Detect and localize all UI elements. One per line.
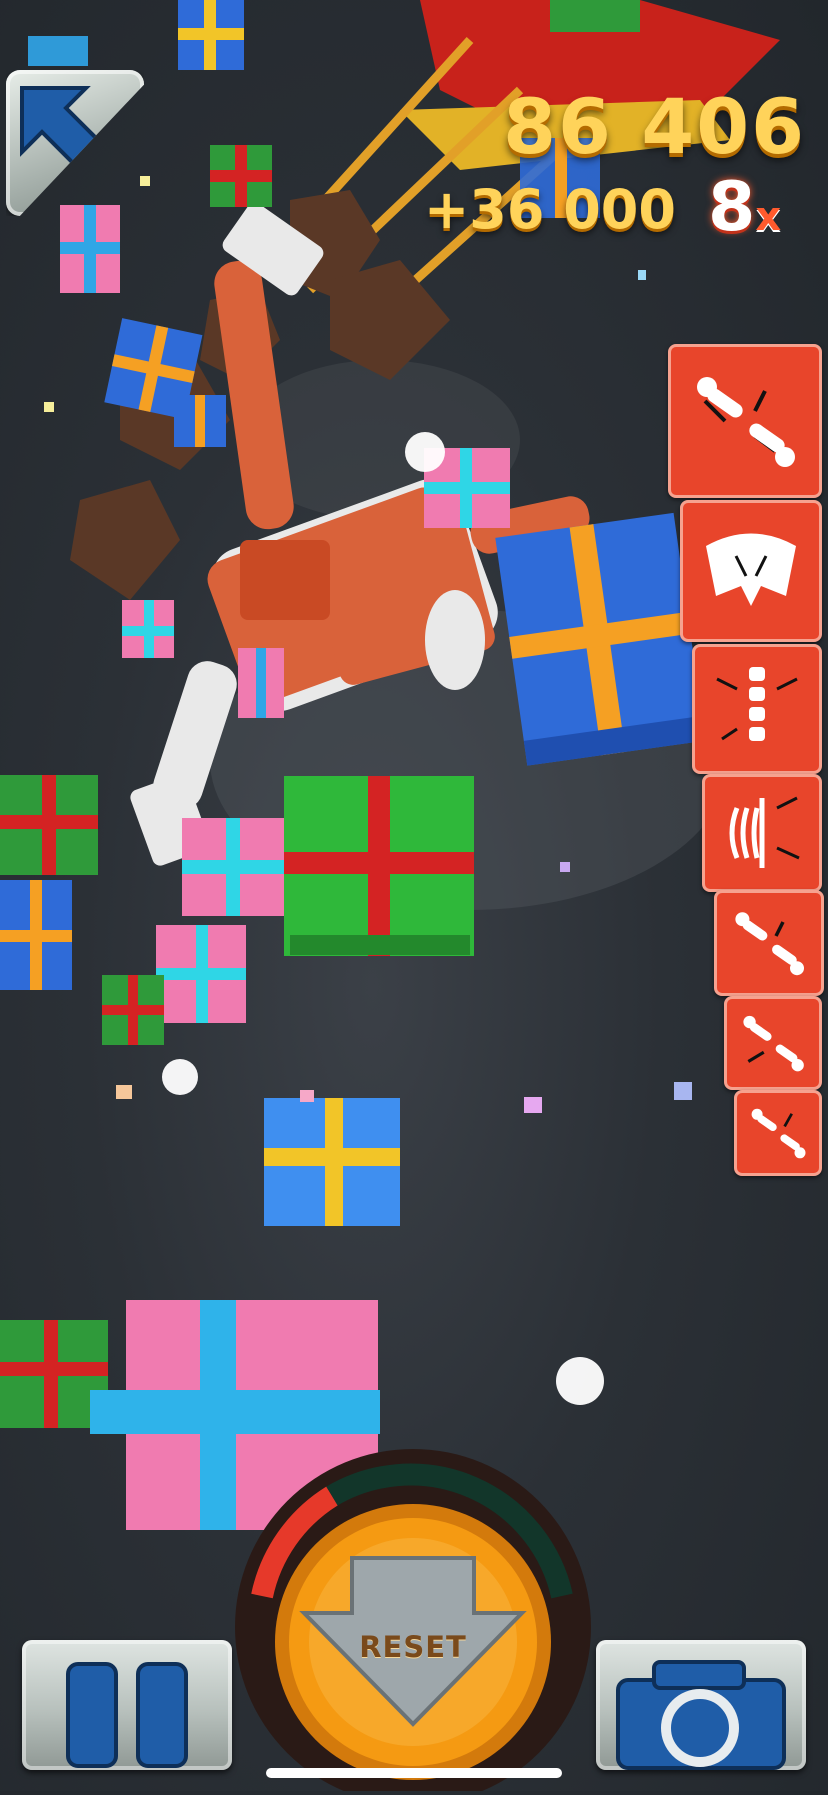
bonus-points: +36 000 bbox=[424, 178, 676, 241]
bone-break-icon bbox=[724, 996, 822, 1090]
pause-button[interactable] bbox=[22, 1640, 232, 1770]
ribcage-break-icon bbox=[702, 774, 822, 892]
reset-button[interactable]: RESET bbox=[232, 1446, 594, 1795]
reset-dial bbox=[235, 1449, 591, 1795]
camera-button[interactable] bbox=[596, 1640, 806, 1770]
pause-icon bbox=[66, 1662, 188, 1768]
score-display: 86 406 bbox=[503, 82, 806, 171]
bone-break-icon bbox=[668, 344, 822, 498]
spine-break-icon bbox=[692, 644, 822, 774]
home-indicator[interactable] bbox=[266, 1768, 562, 1778]
bone-break-icon bbox=[714, 890, 824, 996]
pelvis-break-icon bbox=[680, 500, 822, 642]
bone-break-icon bbox=[734, 1090, 822, 1176]
multiplier-value: 8 bbox=[708, 168, 756, 247]
camera-icon bbox=[616, 1660, 786, 1770]
multiplier-suffix: x bbox=[755, 194, 782, 240]
score-multiplier: 8x bbox=[708, 168, 781, 247]
reset-label: RESET bbox=[359, 1630, 467, 1664]
